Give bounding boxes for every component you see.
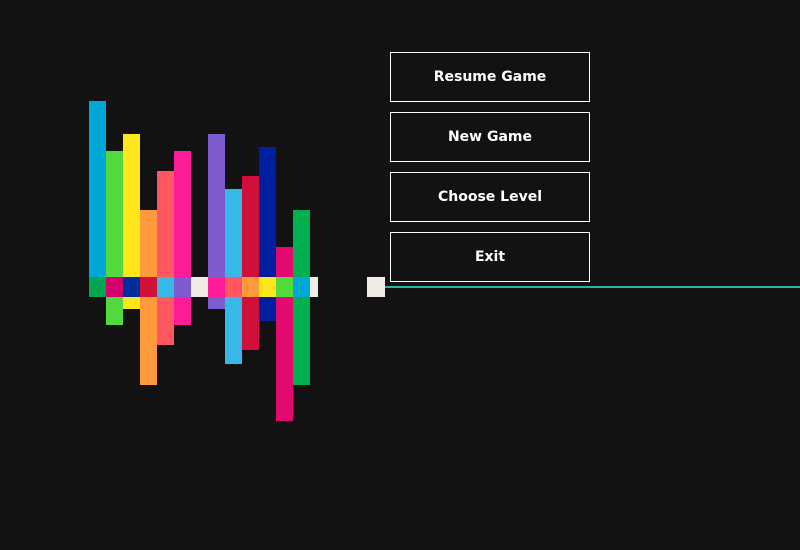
strip-cell xyxy=(208,277,225,297)
bar-column-upper xyxy=(242,176,259,277)
bar-column-lower xyxy=(157,297,174,345)
bar-column-upper xyxy=(123,134,140,277)
strip-cell xyxy=(225,277,242,297)
bar-column-lower xyxy=(225,297,242,364)
bar-column-upper xyxy=(225,189,242,277)
strip-cell xyxy=(89,277,106,297)
bar-column-upper xyxy=(208,134,225,277)
bar-column-upper xyxy=(157,171,174,277)
equalizer-bars xyxy=(0,0,400,550)
bar-column-lower xyxy=(174,297,191,325)
player-block xyxy=(367,277,385,297)
strip-cell xyxy=(293,277,310,297)
strip-cell xyxy=(140,277,157,297)
bar-column-lower xyxy=(208,297,225,309)
bar-column-lower xyxy=(259,297,276,321)
bar-column-lower xyxy=(140,297,157,385)
strip-cell xyxy=(106,277,123,297)
resume-game-button[interactable]: Resume Game xyxy=(390,52,590,102)
bar-column-lower xyxy=(242,297,259,350)
bar-column-upper xyxy=(89,101,106,277)
bar-column-upper xyxy=(276,247,293,277)
bar-column-lower xyxy=(106,297,123,325)
choose-level-button[interactable]: Choose Level xyxy=(390,172,590,222)
strip-cell xyxy=(276,277,293,297)
bar-column-upper xyxy=(140,210,157,277)
strip-cell xyxy=(259,277,276,297)
strip-cell xyxy=(191,277,208,297)
exit-button[interactable]: Exit xyxy=(390,232,590,282)
bar-column-upper xyxy=(106,151,123,277)
bar-column-lower xyxy=(293,297,310,385)
pause-menu: Resume Game New Game Choose Level Exit xyxy=(390,52,590,292)
bar-column-upper xyxy=(174,151,191,277)
bar-column-upper xyxy=(259,147,276,277)
bar-column-lower xyxy=(276,297,293,421)
strip-cell xyxy=(242,277,259,297)
bar-column-upper xyxy=(293,210,310,277)
new-game-button[interactable]: New Game xyxy=(390,112,590,162)
strip-cell xyxy=(174,277,191,297)
bar-column-lower xyxy=(123,297,140,309)
strip-cell xyxy=(123,277,140,297)
strip-cell xyxy=(157,277,174,297)
strip-cell xyxy=(310,277,318,297)
